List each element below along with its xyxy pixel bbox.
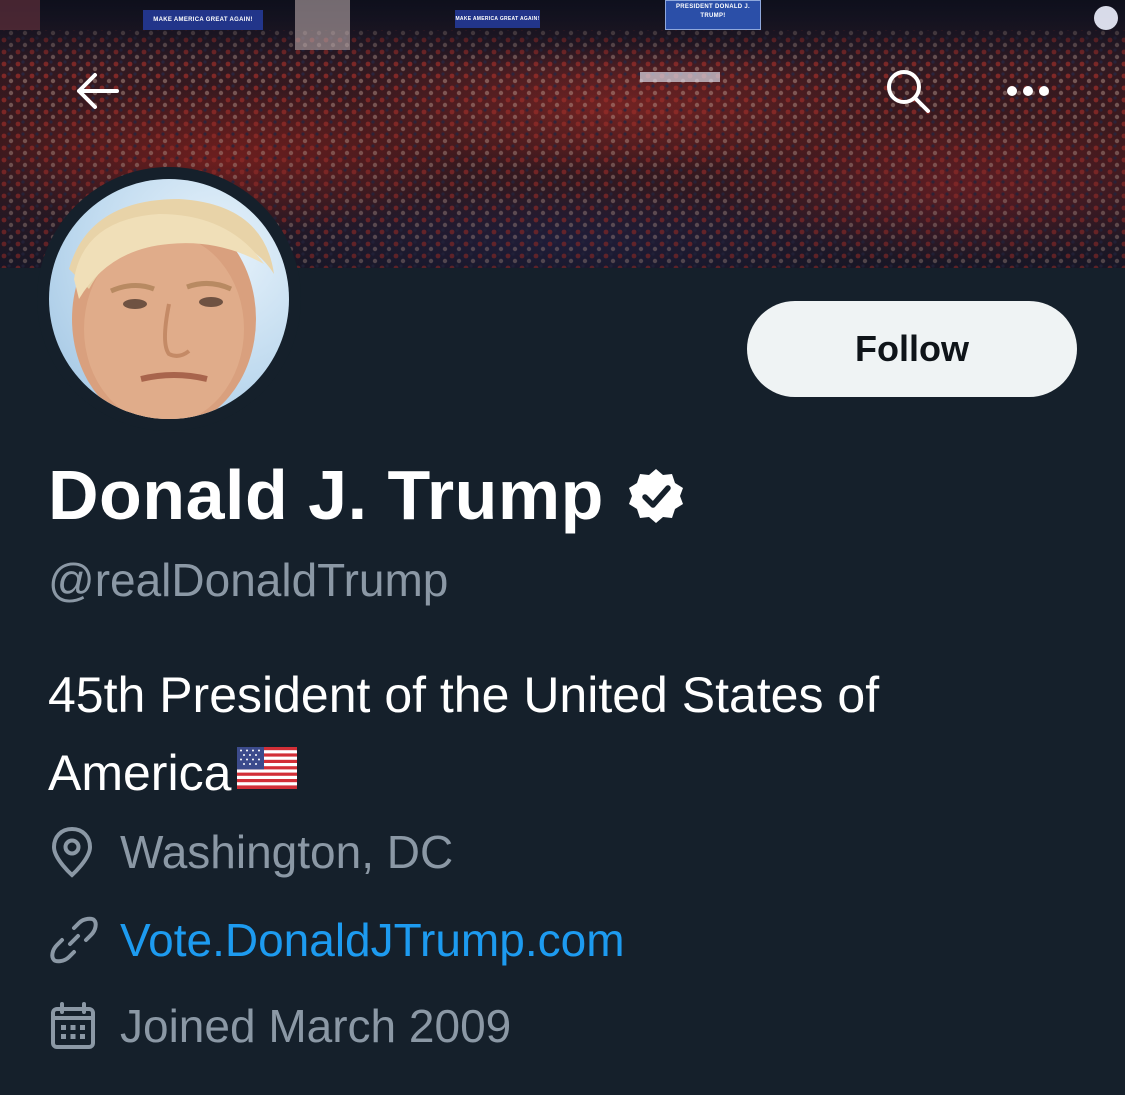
banner-sign: PRESIDENT DONALD J. TRUMP!: [665, 0, 761, 30]
joined-text: Joined March 2009: [120, 1000, 512, 1052]
profile-website[interactable]: Vote.DonaldJTrump.com: [48, 912, 625, 968]
banner-sign: MAKE AMERICA GREAT AGAIN!: [143, 10, 263, 30]
banner-sign: MAKE AMERICA GREAT AGAIN!: [455, 10, 540, 28]
profile-handle: @realDonaldTrump: [48, 554, 449, 606]
avatar[interactable]: [37, 167, 301, 431]
profile-location: Washington, DC: [48, 824, 453, 880]
location-pin-icon: [48, 824, 108, 880]
more-button[interactable]: [998, 61, 1058, 121]
profile-joined: Joined March 2009: [48, 998, 511, 1054]
profile-bio: 45th President of the United States of A…: [48, 656, 1068, 812]
website-link[interactable]: Vote.DonaldJTrump.com: [120, 913, 625, 967]
search-button[interactable]: [878, 61, 938, 121]
avatar-image: [49, 179, 289, 419]
profile-name-row: Donald J. Trump: [48, 455, 686, 535]
arrow-left-icon: [77, 73, 119, 109]
follow-button[interactable]: Follow: [747, 301, 1077, 397]
verified-badge-icon[interactable]: [626, 466, 686, 531]
bio-text: 45th President of the United States of A…: [48, 667, 880, 801]
more-horizontal-icon: [1007, 86, 1049, 96]
display-name: Donald J. Trump: [48, 456, 604, 534]
link-icon: [48, 912, 108, 968]
us-flag-emoji: [237, 733, 298, 811]
search-icon: [887, 70, 930, 113]
back-button[interactable]: [67, 61, 127, 121]
location-text: Washington, DC: [120, 826, 454, 878]
calendar-icon: [48, 998, 108, 1054]
